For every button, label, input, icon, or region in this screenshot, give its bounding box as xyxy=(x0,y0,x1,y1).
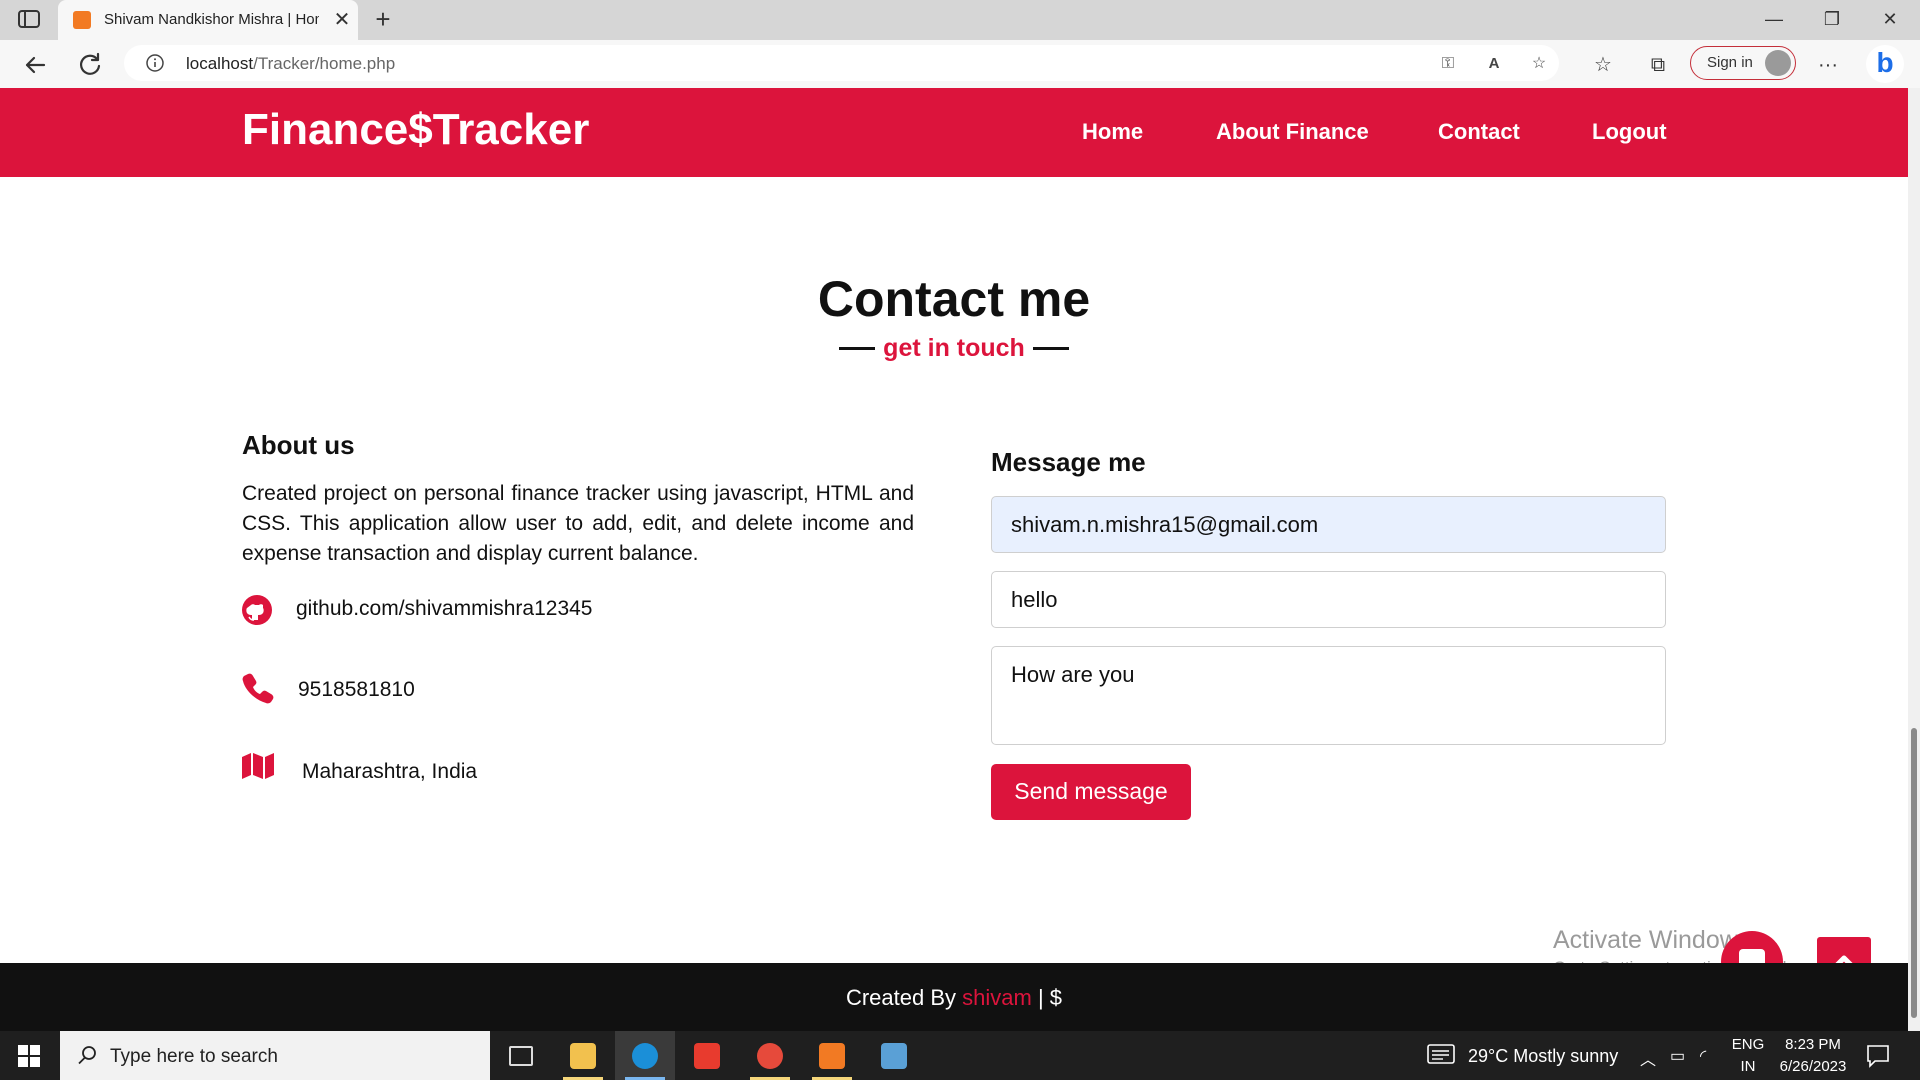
footer-author: shivam xyxy=(962,985,1032,1010)
clock-time[interactable]: 8:23 PM xyxy=(1773,1036,1853,1053)
site-footer: Created By shivam | $ xyxy=(0,963,1908,1031)
about-description: Created project on personal finance trac… xyxy=(242,482,914,565)
language-top[interactable]: ENG xyxy=(1730,1036,1766,1053)
sign-in-label: Sign in xyxy=(1707,54,1753,71)
footer-suffix: | $ xyxy=(1031,985,1063,1010)
activate-windows-title: Activate Windows xyxy=(1553,926,1751,954)
page-title: Contact me xyxy=(817,271,1091,327)
url-text: localhost/Tracker/home.php xyxy=(186,54,395,74)
send-message-label: Send message xyxy=(1014,778,1168,804)
weather-icon[interactable] xyxy=(1427,1043,1457,1065)
brand-logo[interactable]: Finance$Tracker xyxy=(242,105,589,155)
subject-value: hello xyxy=(1011,587,1058,612)
subject-field[interactable]: hello xyxy=(991,571,1666,628)
wps-office-icon xyxy=(694,1043,720,1069)
bing-copilot-icon[interactable]: b xyxy=(1866,45,1904,83)
xampp-favicon-icon xyxy=(73,11,91,29)
edge-icon xyxy=(632,1043,658,1069)
page-scrollbar[interactable] xyxy=(1908,88,1920,1031)
taskbar-search-box[interactable]: Type here to search xyxy=(60,1031,490,1080)
email-field[interactable]: shivam.n.mishra15@gmail.com xyxy=(991,496,1666,553)
url-host: localhost xyxy=(186,54,254,73)
weather-text[interactable]: 29°C Mostly sunny xyxy=(1468,1046,1618,1067)
tray-chevron-up-icon[interactable]: ︿ xyxy=(1640,1046,1656,1070)
url-field[interactable]: localhost/Tracker/home.php ⚿ A ☆ xyxy=(124,45,1559,81)
favorites-icon[interactable]: ☆ xyxy=(1590,52,1616,78)
wifi-icon[interactable]: ◜ xyxy=(1700,1046,1706,1066)
taskbar-file-explorer[interactable] xyxy=(553,1031,613,1080)
section-subtitle: get in touch xyxy=(0,334,1908,368)
language-bottom[interactable]: IN xyxy=(1730,1058,1766,1075)
read-aloud-icon[interactable]: A xyxy=(1484,54,1504,74)
map-icon xyxy=(240,751,274,785)
taskbar-xampp[interactable] xyxy=(802,1031,862,1080)
github-link[interactable]: github.com/shivammishra12345 xyxy=(296,597,592,621)
about-heading: About us xyxy=(242,430,355,460)
back-arrow-icon[interactable] xyxy=(20,50,50,80)
taskbar-edge[interactable] xyxy=(615,1031,675,1080)
password-key-icon[interactable]: ⚿ xyxy=(1438,54,1458,74)
site-info-icon[interactable] xyxy=(146,54,164,72)
nav-home[interactable]: Home xyxy=(1082,119,1143,145)
restore-button[interactable]: ❐ xyxy=(1817,6,1847,32)
more-menu-icon[interactable]: ··· xyxy=(1815,52,1841,78)
collections-icon[interactable]: ⧉ xyxy=(1645,52,1671,78)
chrome-icon xyxy=(757,1043,783,1069)
close-window-button[interactable]: ✕ xyxy=(1875,6,1905,32)
location-text: Maharashtra, India xyxy=(302,760,478,783)
tab-title: Shivam Nandkishor Mishra | Hom xyxy=(104,11,319,28)
windows-taskbar: Type here to search 29°C Mostly sunny ︿ … xyxy=(0,1031,1920,1080)
folder-icon xyxy=(570,1043,596,1069)
notification-icon[interactable] xyxy=(1866,1044,1892,1068)
message-textarea[interactable]: How are you xyxy=(991,646,1666,745)
github-icon xyxy=(240,593,274,627)
nav-logout[interactable]: Logout xyxy=(1592,119,1667,145)
phone-icon xyxy=(240,671,274,705)
url-path: /Tracker/home.php xyxy=(253,54,396,73)
browser-tab[interactable]: Shivam Nandkishor Mishra | Hom ✕ xyxy=(58,0,358,40)
new-tab-button[interactable]: + xyxy=(368,4,398,34)
send-message-button[interactable]: Send message xyxy=(991,764,1191,820)
email-value: shivam.n.mishra15@gmail.com xyxy=(1011,512,1319,537)
tab-actions-icon[interactable] xyxy=(18,10,40,28)
message-heading: Message me xyxy=(991,447,1146,477)
nav-about-finance[interactable]: About Finance xyxy=(1216,119,1369,145)
battery-icon[interactable]: ▭ xyxy=(1670,1046,1685,1066)
windows-start-icon[interactable] xyxy=(18,1045,40,1067)
taskbar-task-view[interactable] xyxy=(490,1031,550,1080)
tab-close-icon[interactable]: ✕ xyxy=(330,8,354,32)
nav-contact[interactable]: Contact xyxy=(1438,119,1520,145)
clock-date[interactable]: 6/26/2023 xyxy=(1773,1058,1853,1075)
message-value: How are you xyxy=(1011,662,1135,687)
scrollbar-thumb[interactable] xyxy=(1911,728,1917,1018)
site-navbar: Finance$Tracker Home About Finance Conta… xyxy=(0,88,1908,177)
taskbar-wps-office[interactable] xyxy=(677,1031,737,1080)
task-view-icon xyxy=(509,1046,533,1066)
footer-credit: Created By shivam | $ xyxy=(0,985,1908,1011)
virtualbox-icon xyxy=(881,1043,907,1069)
profile-avatar xyxy=(1765,50,1791,76)
page-viewport: Finance$Tracker Home About Finance Conta… xyxy=(0,88,1908,1031)
address-bar: localhost/Tracker/home.php ⚿ A ☆ ☆ ⧉ Sig… xyxy=(0,40,1920,88)
xampp-icon xyxy=(819,1043,845,1069)
add-favorite-icon[interactable]: ☆ xyxy=(1529,54,1549,74)
phone-number: 9518581810 xyxy=(298,678,415,701)
sign-in-button[interactable]: Sign in xyxy=(1690,46,1796,80)
search-placeholder: Type here to search xyxy=(110,1046,278,1067)
taskbar-chrome[interactable] xyxy=(740,1031,800,1080)
subtitle-text: get in touch xyxy=(883,334,1025,362)
subtitle-line-right xyxy=(1032,347,1069,350)
browser-tab-strip: Shivam Nandkishor Mishra | Hom ✕ + — ❐ ✕ xyxy=(0,0,1920,40)
footer-prefix: Created By xyxy=(845,985,963,1010)
reload-icon[interactable] xyxy=(75,50,105,80)
subtitle-line-left xyxy=(839,347,876,350)
bing-letter: b xyxy=(1876,47,1894,78)
search-icon xyxy=(76,1044,98,1066)
minimize-button[interactable]: — xyxy=(1759,6,1789,32)
taskbar-virtualbox[interactable] xyxy=(864,1031,924,1080)
